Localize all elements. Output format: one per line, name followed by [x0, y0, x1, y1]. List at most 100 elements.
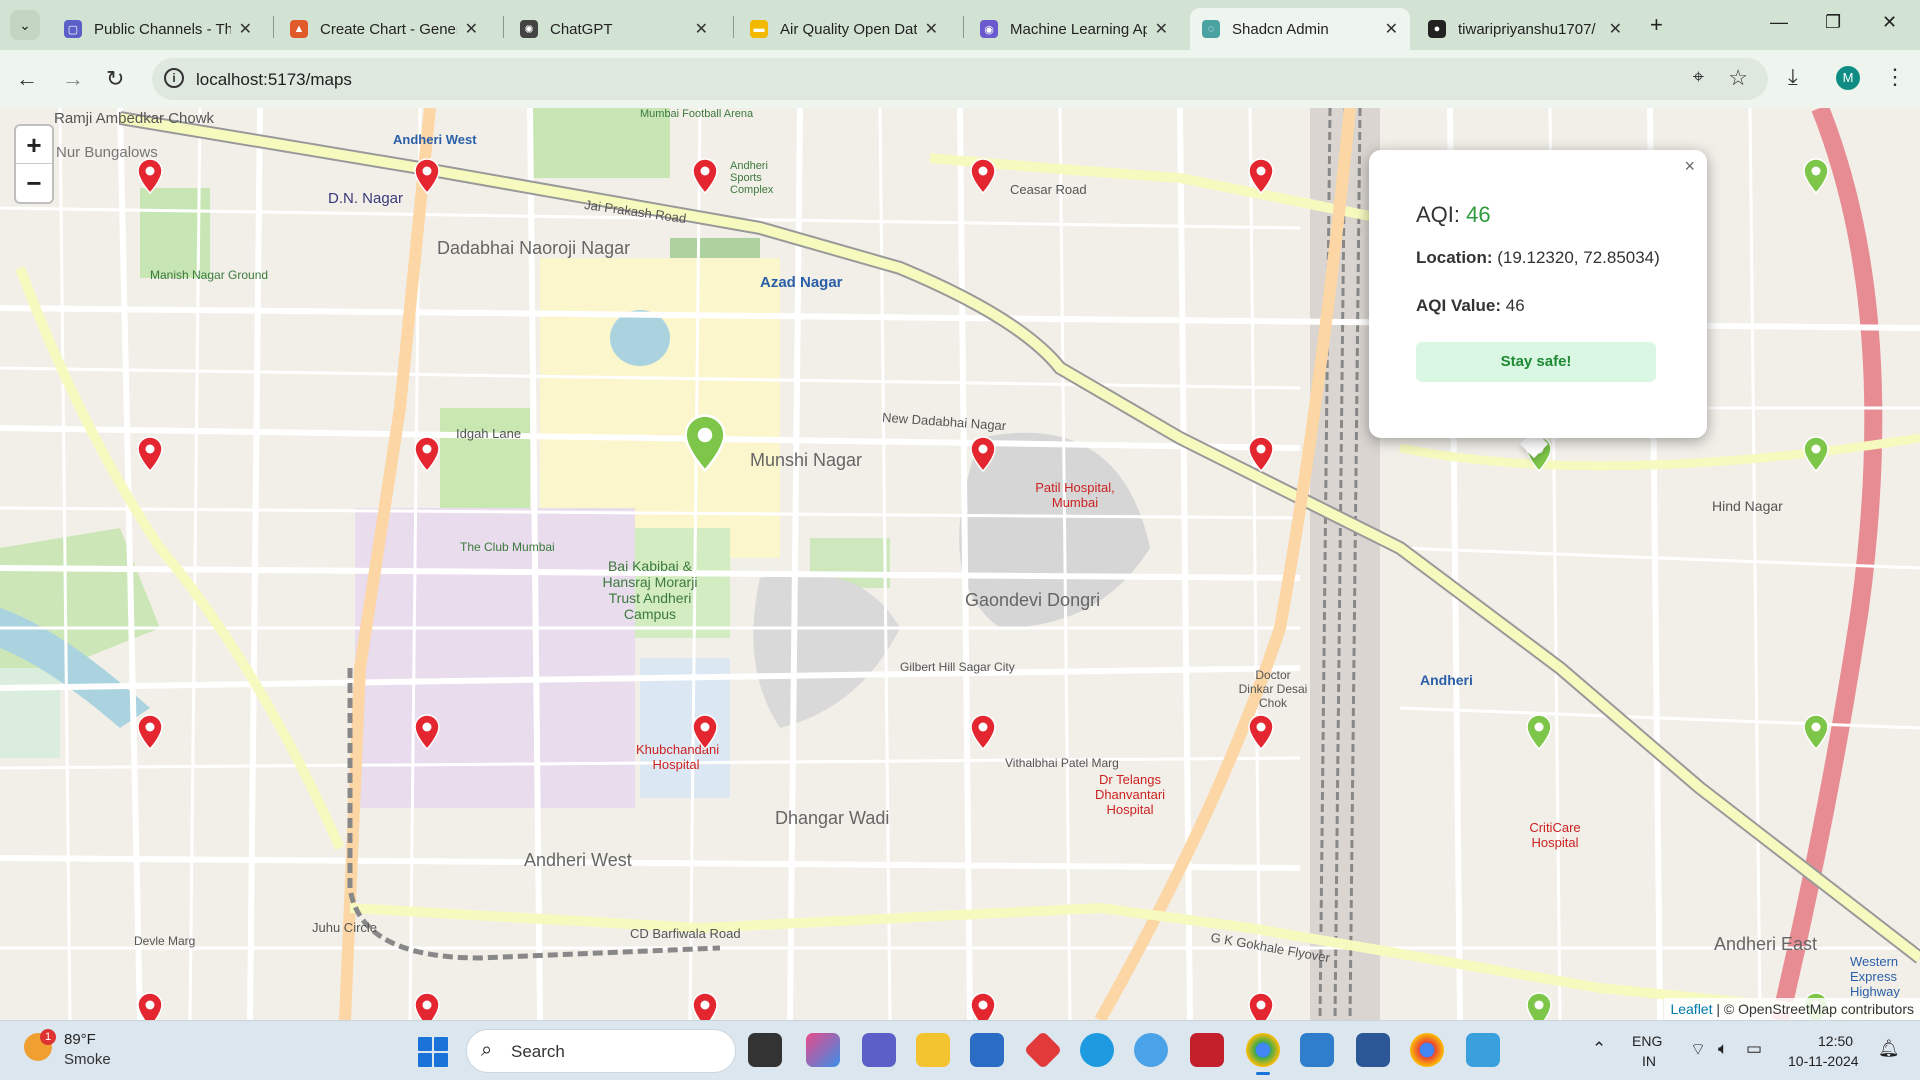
close-tab-icon[interactable]: ✕: [465, 19, 478, 39]
clock-date[interactable]: 10-11-2024: [1788, 1053, 1859, 1069]
url-text[interactable]: localhost:5173/maps: [196, 70, 352, 90]
teams-icon[interactable]: [862, 1033, 896, 1067]
close-tab-icon[interactable]: ✕: [1385, 19, 1398, 39]
aqi-marker-red[interactable]: [970, 714, 996, 751]
tab-public-channels[interactable]: ▢ Public Channels - Thi ✕: [52, 8, 264, 50]
site-info-icon[interactable]: i: [164, 68, 184, 88]
photos-icon[interactable]: [1466, 1033, 1500, 1067]
close-tab-icon[interactable]: ✕: [695, 19, 708, 39]
close-tab-icon[interactable]: ✕: [1609, 19, 1622, 39]
close-tab-icon[interactable]: ✕: [925, 19, 938, 39]
back-arrow-icon[interactable]: ←: [16, 66, 38, 92]
map-label: Gaondevi Dongri: [965, 590, 1101, 610]
forward-arrow-icon[interactable]: →: [62, 66, 84, 92]
hospital-label: CritiCare Hospital: [1529, 820, 1581, 850]
search-placeholder: Search: [511, 1042, 565, 1061]
map-container[interactable]: + − Ramji Ambedkar Chowk Nur Bungalows D…: [0, 108, 1920, 1020]
app-diamond-icon[interactable]: [1023, 1030, 1063, 1070]
aqi-marker-red[interactable]: [414, 158, 440, 195]
taskbar-search[interactable]: ⌕ Search: [466, 1029, 736, 1073]
aqi-marker-red[interactable]: [137, 158, 163, 195]
zoom-out-button[interactable]: −: [16, 164, 52, 202]
aqi-marker-red[interactable]: [137, 992, 163, 1020]
close-popup-icon[interactable]: ×: [1684, 156, 1695, 177]
task-view-icon[interactable]: [748, 1033, 782, 1067]
location-row: Location: (19.12320, 72.85034): [1416, 248, 1660, 268]
weather-description[interactable]: Smoke: [64, 1051, 111, 1068]
tab-create-chart[interactable]: ▲ Create Chart - Gener ✕: [278, 8, 490, 50]
hospital-label: Patil Hospital, Mumbai: [1035, 480, 1115, 510]
clock-time[interactable]: 12:50: [1818, 1033, 1853, 1049]
map-label: Vithalbhai Patel Marg: [1005, 756, 1119, 770]
tab-search-icon[interactable]: ⌄: [10, 10, 40, 40]
profile-avatar[interactable]: M: [1836, 66, 1860, 90]
restore-icon[interactable]: ❐: [1825, 12, 1841, 33]
aqi-marker-red[interactable]: [970, 992, 996, 1020]
browser-tab-strip: ⌄ ▢ Public Channels - Thi ✕ ▲ Create Cha…: [0, 0, 1920, 50]
aqi-marker-red[interactable]: [414, 436, 440, 473]
close-tab-icon[interactable]: ✕: [239, 19, 252, 39]
new-tab-button[interactable]: +: [1650, 12, 1663, 38]
selected-aqi-marker[interactable]: [683, 414, 727, 473]
address-bar[interactable]: i localhost:5173/maps ⌖ ☆: [152, 58, 1768, 100]
copilot-icon[interactable]: [806, 1033, 840, 1067]
aqi-marker-green[interactable]: [1803, 714, 1829, 751]
aqi-marker-red[interactable]: [692, 992, 718, 1020]
tab-machine-learning[interactable]: ◉ Machine Learning Ap ✕: [968, 8, 1180, 50]
leaflet-link[interactable]: Leaflet: [1670, 1001, 1712, 1017]
air-quality-icon: ▬: [750, 20, 768, 38]
close-tab-icon[interactable]: ✕: [1155, 19, 1168, 39]
aqi-marker-red[interactable]: [1248, 992, 1274, 1020]
aqi-marker-green[interactable]: [1803, 158, 1829, 195]
aqi-marker-red[interactable]: [1248, 158, 1274, 195]
bookmark-star-icon[interactable]: ☆: [1728, 65, 1748, 91]
aqi-marker-red[interactable]: [692, 714, 718, 751]
map-label: Gilbert Hill Sagar City: [900, 660, 1015, 674]
close-window-icon[interactable]: ✕: [1882, 12, 1897, 33]
aqi-marker-red[interactable]: [414, 992, 440, 1020]
store-icon[interactable]: [970, 1033, 1004, 1067]
wifi-icon[interactable]: ⌔: [1690, 1039, 1706, 1060]
tab-air-quality[interactable]: ▬ Air Quality Open Dat ✕: [738, 8, 950, 50]
aqi-value-row: AQI Value: 46: [1416, 296, 1525, 316]
minimize-icon[interactable]: —: [1770, 12, 1788, 33]
battery-icon[interactable]: ▭: [1746, 1039, 1762, 1059]
file-explorer-icon[interactable]: [916, 1033, 950, 1067]
tab-shadcn-admin[interactable]: ◌ Shadcn Admin ✕: [1190, 8, 1410, 50]
aqi-marker-red[interactable]: [137, 714, 163, 751]
aqi-marker-green[interactable]: [1526, 714, 1552, 751]
chrome-profile-icon[interactable]: [1410, 1033, 1444, 1067]
chevron-up-icon[interactable]: ⌃: [1592, 1039, 1606, 1059]
vscode-icon[interactable]: [1300, 1033, 1334, 1067]
windows-start-icon[interactable]: [418, 1037, 448, 1067]
tab-github[interactable]: ● tiwaripriyanshu1707/ ✕: [1416, 8, 1634, 50]
aqi-marker-red[interactable]: [1248, 714, 1274, 751]
download-icon[interactable]: ⤓: [1788, 64, 1798, 90]
reload-icon[interactable]: ↻: [106, 66, 124, 92]
aqi-marker-green[interactable]: [1803, 436, 1829, 473]
location-pin-icon[interactable]: ⌖: [1693, 66, 1704, 89]
aqi-marker-red[interactable]: [1248, 436, 1274, 473]
aqi-marker-red[interactable]: [137, 436, 163, 473]
tab-chatgpt[interactable]: ✺ ChatGPT ✕: [508, 8, 720, 50]
word-icon[interactable]: [1356, 1033, 1390, 1067]
aqi-marker-red[interactable]: [414, 714, 440, 751]
aqi-marker-red[interactable]: [970, 436, 996, 473]
notification-bell-icon[interactable]: 🔔︎: [1878, 1039, 1900, 1059]
weather-temperature[interactable]: 89°F: [64, 1031, 96, 1048]
aqi-marker-green[interactable]: [1526, 992, 1552, 1020]
language-bottom[interactable]: IN: [1642, 1053, 1656, 1069]
zoom-in-button[interactable]: +: [16, 126, 52, 164]
chrome-icon[interactable]: [1246, 1033, 1280, 1075]
map-label: Azad Nagar: [760, 274, 843, 291]
aqi-marker-red[interactable]: [970, 158, 996, 195]
edge-icon[interactable]: [1080, 1033, 1114, 1067]
weather-app-icon[interactable]: [1134, 1033, 1168, 1067]
tab-separator: [963, 16, 964, 38]
language-top[interactable]: ENG: [1632, 1033, 1662, 1049]
menu-kebab-icon[interactable]: ⋮: [1884, 64, 1906, 90]
volume-icon[interactable]: 🔈︎: [1718, 1039, 1728, 1059]
mcafee-icon[interactable]: [1190, 1033, 1224, 1067]
aqi-marker-red[interactable]: [692, 158, 718, 195]
tab-title: Public Channels - Thi: [94, 20, 231, 38]
